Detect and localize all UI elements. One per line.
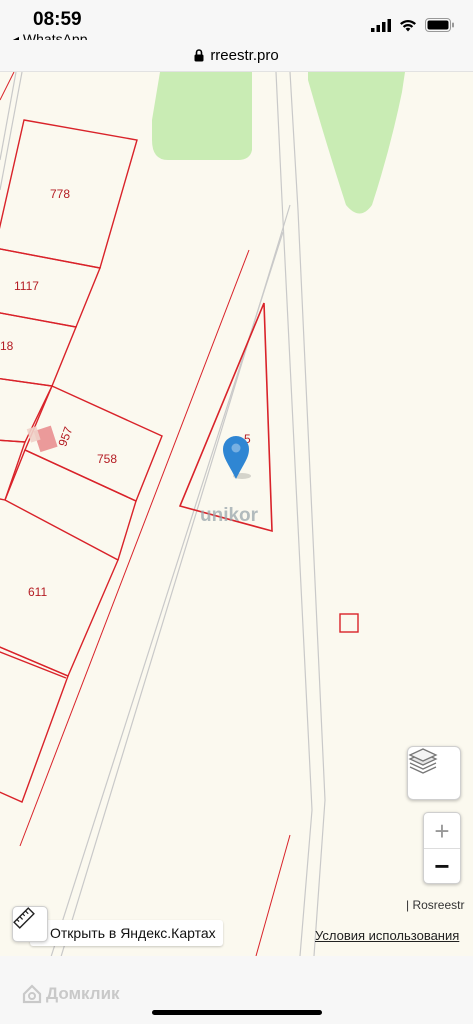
url-text: rreestr.pro [210,47,279,64]
home-indicator[interactable] [152,1010,322,1015]
location-marker-icon [223,436,251,479]
wifi-icon [400,19,416,31]
unikor-watermark-logo: unikor [200,505,259,526]
parcel-small-square [339,613,359,633]
terms-of-use-link[interactable]: Условия использования [315,928,459,943]
parcel-small-a [0,439,26,501]
map-canvas[interactable]: 778 1117 18 957 758 611 5 unikor [0,72,473,956]
house-icon [22,984,42,1004]
battery-icon [425,18,454,32]
parcel-label-1117: 1117 [14,279,39,293]
parcel-label-957: 957 [55,425,75,449]
zoom-controls: + − [423,812,461,884]
cadastral-boundary-bottom [255,834,291,956]
parcel-label-611: 611 [28,585,47,599]
parcel-611 [0,499,119,677]
map-attribution: | Rosreestr [406,898,465,912]
green-area-left [152,72,252,160]
lock-icon [194,49,204,62]
domclick-watermark: Домклик [22,984,120,1004]
layers-button[interactable] [407,746,461,800]
road-vertical-right [289,72,326,956]
parcel-label-18: 18 [0,339,14,353]
green-area-right [308,72,405,214]
url-bar[interactable]: rreestr.pro [0,40,473,72]
domclick-watermark-text: Домклик [46,984,120,1003]
parcel-611-top [4,449,137,561]
ruler-icon [13,907,35,929]
road-top-left-a [0,72,23,191]
parcel-label-758: 758 [97,452,117,466]
road-vertical-left [275,72,313,956]
parcel-label-778: 778 [50,187,70,201]
cadastral-boundary-diagonal [19,249,250,847]
parcel-bottom-left-b [0,651,67,679]
building-957 [26,425,58,453]
zoom-in-button[interactable]: + [424,813,460,848]
layers-icon [408,748,438,774]
status-icons [371,18,455,32]
cadastral-map[interactable]: 778 1117 18 957 758 611 5 unikor + − | R… [0,72,473,956]
cellular-signal-icon [371,18,391,32]
zoom-out-button[interactable]: − [424,848,460,883]
open-in-yandex-maps-button[interactable]: Открыть в Яндекс.Картах [30,920,223,946]
ruler-button[interactable] [12,906,48,942]
status-time: 08:59 [33,9,82,30]
parcel-bottom-left [0,646,69,803]
